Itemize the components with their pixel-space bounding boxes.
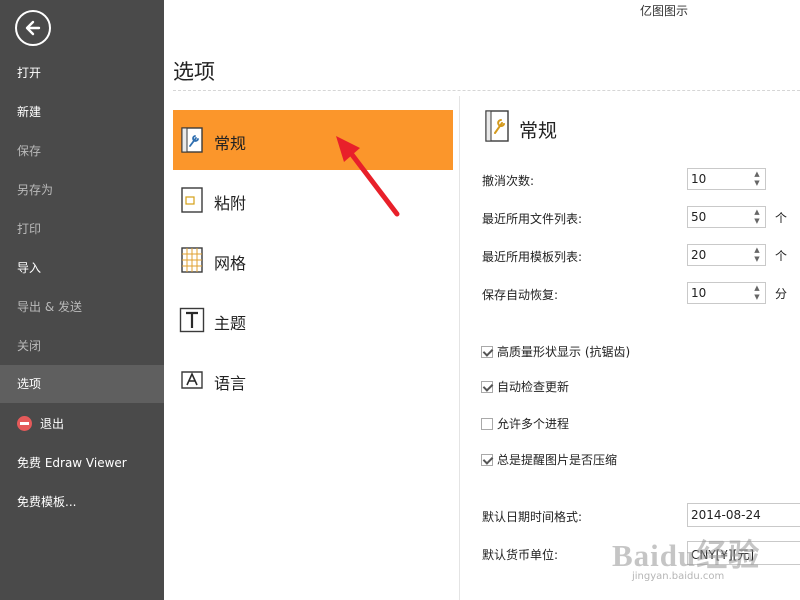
sidebar-item-options[interactable]: 选项 xyxy=(0,365,164,403)
recent-files-unit: 个 xyxy=(775,211,788,225)
page-title: 选项 xyxy=(173,60,215,84)
sidebar-item-free-viewer[interactable]: 免费 Edraw Viewer xyxy=(0,444,164,482)
stepper-arrows-icon[interactable]: ▲ ▼ xyxy=(751,170,763,188)
option-multi-process[interactable]: 允许多个进程 xyxy=(481,415,569,431)
category-grid[interactable]: 网格 xyxy=(173,230,453,290)
autosave-value: 10 xyxy=(691,286,707,300)
sidebar-item-import[interactable]: 导入 xyxy=(0,249,164,287)
category-language-label: 语言 xyxy=(214,374,247,393)
exit-icon xyxy=(17,416,32,431)
multi-process-label: 允许多个进程 xyxy=(497,417,570,431)
date-format-label: 默认日期时间格式: xyxy=(482,510,583,524)
undo-count-value: 10 xyxy=(691,172,707,186)
category-general-label: 常规 xyxy=(214,134,247,153)
auto-update-label: 自动检查更新 xyxy=(497,380,570,394)
title-divider xyxy=(173,90,800,91)
backstage-sidebar: 打开 新建 保存 另存为 打印 导入 导出 & 发送 关闭 选项 退出 免费 E… xyxy=(0,0,164,600)
sidebar-item-save-as[interactable]: 另存为 xyxy=(0,171,164,209)
general-settings-icon xyxy=(181,127,203,153)
sidebar-item-exit[interactable]: 退出 xyxy=(0,405,164,443)
image-compress-label: 总是提醒图片是否压缩 xyxy=(497,453,618,467)
watermark: Baidu经验 jingyan.baidu.com xyxy=(612,530,760,582)
annotation-arrow-icon xyxy=(336,136,400,217)
theme-icon xyxy=(179,307,205,333)
multi-process-checkbox[interactable] xyxy=(481,417,493,430)
sidebar-item-save[interactable]: 保存 xyxy=(0,132,164,170)
autosave-unit: 分 xyxy=(775,287,788,301)
option-image-compress[interactable]: 总是提醒图片是否压缩 xyxy=(481,451,617,467)
back-button[interactable] xyxy=(15,10,51,46)
currency-label: 默认货币单位: xyxy=(482,548,559,562)
option-auto-update[interactable]: 自动检查更新 xyxy=(481,378,569,394)
panel-divider xyxy=(459,96,460,600)
image-compress-checkbox[interactable] xyxy=(481,453,493,466)
category-grid-label: 网格 xyxy=(214,254,247,273)
language-icon xyxy=(181,371,203,389)
recent-files-label: 最近所用文件列表: xyxy=(482,212,583,226)
back-arrow-icon xyxy=(25,20,41,36)
stepper-arrows-icon[interactable]: ▲ ▼ xyxy=(751,246,763,264)
sidebar-item-exit-label: 退出 xyxy=(40,417,65,431)
options-window: 打开 新建 保存 另存为 打印 导入 导出 & 发送 关闭 选项 退出 免费 E… xyxy=(0,0,800,600)
category-language[interactable]: 语言 xyxy=(173,350,453,410)
sidebar-item-free-templates[interactable]: 免费模板... xyxy=(0,483,164,521)
date-format-field[interactable]: 2014-08-24 xyxy=(687,503,800,527)
recent-templates-stepper[interactable]: 20 ▲ ▼ xyxy=(687,244,766,266)
recent-files-stepper[interactable]: 50 ▲ ▼ xyxy=(687,206,766,228)
recent-templates-unit: 个 xyxy=(775,249,788,263)
option-antialias[interactable]: 高质量形状显示 (抗锯齿) xyxy=(481,343,630,359)
autosave-stepper[interactable]: 10 ▲ ▼ xyxy=(687,282,766,304)
category-theme-label: 主题 xyxy=(214,314,247,333)
category-snap[interactable]: 粘附 xyxy=(173,170,453,230)
watermark-logo: Baidu经验 xyxy=(612,538,761,573)
options-category-list: 常规 粘附 网格 主题 语言 xyxy=(173,110,453,410)
category-theme[interactable]: 主题 xyxy=(173,290,453,350)
general-settings-icon xyxy=(485,110,509,142)
sidebar-item-close[interactable]: 关闭 xyxy=(0,327,164,365)
undo-count-stepper[interactable]: 10 ▲ ▼ xyxy=(687,168,766,190)
autosave-label: 保存自动恢复: xyxy=(482,288,559,302)
stepper-arrows-icon[interactable]: ▲ ▼ xyxy=(751,208,763,226)
auto-update-checkbox[interactable] xyxy=(481,380,493,393)
panel-title: 常规 xyxy=(519,120,558,142)
category-snap-label: 粘附 xyxy=(214,194,247,213)
sidebar-item-print[interactable]: 打印 xyxy=(0,210,164,248)
app-title: 亿图图示 xyxy=(640,4,689,18)
snap-icon xyxy=(181,187,203,213)
category-general[interactable]: 常规 xyxy=(173,110,453,170)
recent-files-value: 50 xyxy=(691,210,707,224)
stepper-arrows-icon[interactable]: ▲ ▼ xyxy=(751,284,763,302)
recent-templates-value: 20 xyxy=(691,248,707,262)
sidebar-item-new[interactable]: 新建 xyxy=(0,93,164,131)
recent-templates-label: 最近所用模板列表: xyxy=(482,250,583,264)
grid-icon xyxy=(181,247,203,273)
antialias-label: 高质量形状显示 (抗锯齿) xyxy=(497,345,631,359)
antialias-checkbox[interactable] xyxy=(481,345,493,358)
sidebar-item-export-send[interactable]: 导出 & 发送 xyxy=(0,288,164,326)
sidebar-item-open[interactable]: 打开 xyxy=(0,54,164,92)
undo-count-label: 撤消次数: xyxy=(482,174,535,188)
